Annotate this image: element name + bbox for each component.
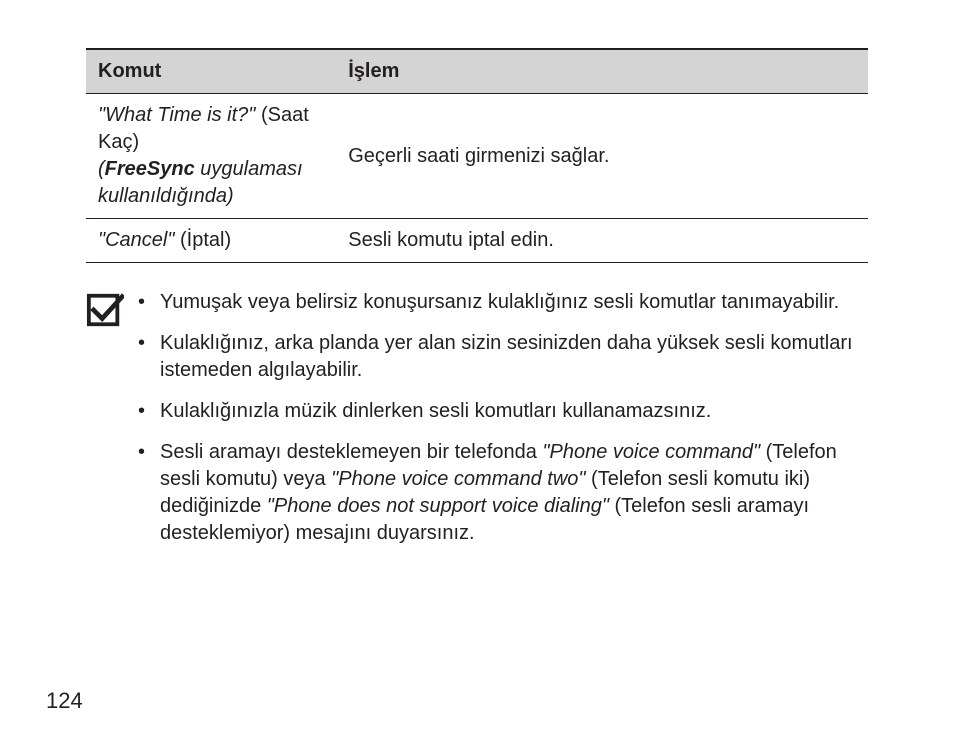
- table-header-row: Komut İşlem: [86, 49, 868, 94]
- command-translation: (İptal): [174, 229, 231, 251]
- cell-action: Geçerli saati girmenizi sağlar.: [336, 94, 868, 219]
- table-row: "Cancel" (İptal) Sesli komutu iptal edin…: [86, 219, 868, 263]
- table-row: "What Time is it?" (Saat Kaç) (FreeSync …: [86, 94, 868, 219]
- cell-command: "Cancel" (İptal): [86, 219, 336, 263]
- header-action: İşlem: [336, 49, 868, 94]
- page-number: 124: [46, 688, 83, 714]
- command-table: Komut İşlem "What Time is it?" (Saat Kaç…: [86, 48, 868, 263]
- notes-list: Yumuşak veya belirsiz konuşursanız kulak…: [138, 289, 868, 561]
- command-note-open: (: [98, 158, 105, 180]
- note-text: Kulaklığınızla müzik dinlerken sesli kom…: [160, 400, 711, 422]
- note-text-italic: "Phone voice command two": [331, 468, 585, 490]
- notes-block: Yumuşak veya belirsiz konuşursanız kulak…: [86, 289, 868, 561]
- command-quote: "Cancel": [98, 229, 174, 251]
- page: Komut İşlem "What Time is it?" (Saat Kaç…: [0, 0, 954, 742]
- note-text-italic: "Phone voice command": [542, 441, 760, 463]
- note-text-italic: "Phone does not support voice dialing": [267, 495, 609, 517]
- cell-action: Sesli komutu iptal edin.: [336, 219, 868, 263]
- note-text: Kulaklığınız, arka planda yer alan sizin…: [160, 332, 853, 381]
- header-command: Komut: [86, 49, 336, 94]
- note-text: Yumuşak veya belirsiz konuşursanız kulak…: [160, 291, 839, 313]
- list-item: Kulaklığınızla müzik dinlerken sesli kom…: [138, 398, 868, 425]
- list-item: Sesli aramayı desteklemeyen bir telefond…: [138, 439, 868, 547]
- list-item: Yumuşak veya belirsiz konuşursanız kulak…: [138, 289, 868, 316]
- checkbox-icon: [86, 291, 124, 329]
- note-text-part: Sesli aramayı desteklemeyen bir telefond…: [160, 441, 542, 463]
- cell-command: "What Time is it?" (Saat Kaç) (FreeSync …: [86, 94, 336, 219]
- command-quote: "What Time is it?": [98, 104, 255, 126]
- command-freesync-bold: FreeSync: [105, 158, 195, 180]
- list-item: Kulaklığınız, arka planda yer alan sizin…: [138, 330, 868, 384]
